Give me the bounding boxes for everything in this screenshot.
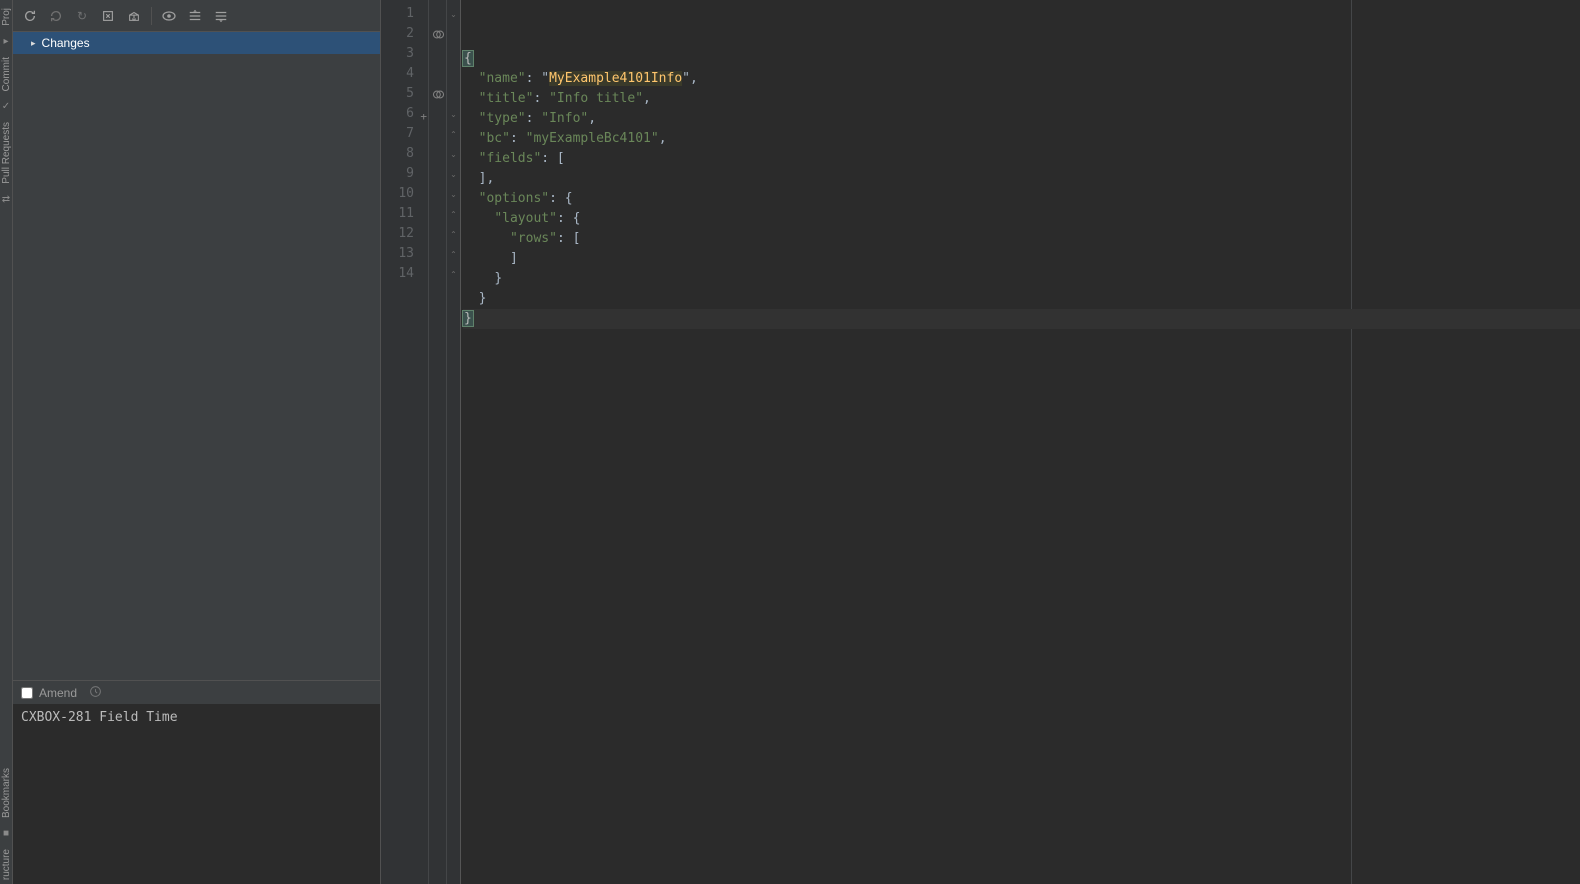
commit-message-input[interactable]: [13, 704, 380, 884]
code-line[interactable]: }: [463, 309, 1580, 329]
line-number[interactable]: 3: [381, 44, 428, 64]
line-number[interactable]: 14: [381, 264, 428, 284]
line-number[interactable]: 8: [381, 144, 428, 164]
commit-icon: ✓: [1, 101, 12, 112]
bookmark-icon: ■: [1, 828, 12, 839]
annotation-gutter: [429, 0, 447, 884]
show-diff-icon[interactable]: [158, 5, 180, 27]
fold-toggle[interactable]: ⌃: [447, 204, 460, 224]
tool-window-rail: Proj ▸ Commit ✓ Pull Requests ⇄ Bookmark…: [0, 0, 13, 884]
fold-toggle[interactable]: ⌄: [447, 184, 460, 204]
fold-toggle[interactable]: [447, 44, 460, 64]
pull-request-icon: ⇄: [1, 194, 12, 205]
changes-tree[interactable]: ▸ Changes: [13, 32, 380, 680]
redo-icon[interactable]: ↻: [71, 5, 93, 27]
code-line[interactable]: "name": "MyExample4101Info",: [463, 69, 1580, 89]
toolbar-separator: [151, 7, 152, 25]
changes-toolbar: ↻: [13, 0, 380, 32]
line-number[interactable]: 11: [381, 204, 428, 224]
inlay-hint-icon[interactable]: [431, 87, 445, 101]
code-line[interactable]: ]: [463, 249, 1580, 269]
amend-row: Amend: [13, 680, 380, 704]
code-line[interactable]: }: [463, 289, 1580, 309]
fold-toggle[interactable]: [447, 24, 460, 44]
code-line[interactable]: "options": {: [463, 189, 1580, 209]
line-number[interactable]: 6+: [381, 104, 428, 124]
rail-item-pull-requests[interactable]: Pull Requests: [1, 118, 12, 188]
fold-toggle[interactable]: ⌄: [447, 164, 460, 184]
line-number[interactable]: 10: [381, 184, 428, 204]
amend-label: Amend: [39, 686, 77, 700]
code-line[interactable]: "bc": "myExampleBc4101",: [463, 129, 1580, 149]
line-number[interactable]: 1: [381, 4, 428, 24]
folder-icon: ▸: [1, 36, 12, 47]
fold-toggle[interactable]: ⌃: [447, 224, 460, 244]
line-number[interactable]: 2: [381, 24, 428, 44]
line-number[interactable]: 13: [381, 244, 428, 264]
line-number[interactable]: 5: [381, 84, 428, 104]
line-number-gutter[interactable]: 123456+7891011121314: [381, 0, 429, 884]
fold-toggle[interactable]: [447, 64, 460, 84]
code-line[interactable]: {: [463, 49, 1580, 69]
expand-all-icon[interactable]: [184, 5, 206, 27]
app-root: Proj ▸ Commit ✓ Pull Requests ⇄ Bookmark…: [0, 0, 1580, 884]
changes-root-node[interactable]: ▸ Changes: [13, 32, 380, 54]
fold-toggle[interactable]: [447, 84, 460, 104]
line-number[interactable]: 4: [381, 64, 428, 84]
code-line[interactable]: }: [463, 269, 1580, 289]
amend-checkbox[interactable]: [21, 687, 33, 699]
rail-item-commit[interactable]: Commit: [1, 53, 12, 95]
line-number[interactable]: 7: [381, 124, 428, 144]
inlay-hint-icon[interactable]: [431, 27, 445, 41]
code-line[interactable]: ],: [463, 169, 1580, 189]
fold-gutter[interactable]: ⌄⌄⌃⌄⌄⌄⌃⌃⌃⌃: [447, 0, 461, 884]
chevron-right-icon: ▸: [31, 38, 36, 49]
fold-toggle[interactable]: ⌃: [447, 264, 460, 284]
fold-toggle[interactable]: ⌄: [447, 144, 460, 164]
code-line[interactable]: "type": "Info",: [463, 109, 1580, 129]
code-line[interactable]: "rows": [: [463, 229, 1580, 249]
rail-item-bookmarks[interactable]: Bookmarks: [1, 764, 12, 822]
fold-toggle[interactable]: ⌄: [447, 104, 460, 124]
code-editor[interactable]: { "name": "MyExample4101Info", "title": …: [461, 0, 1580, 884]
line-number[interactable]: 9: [381, 164, 428, 184]
shelve-icon[interactable]: [123, 5, 145, 27]
editor-area: 123456+7891011121314 ⌄⌄⌃⌄⌄⌄⌃⌃⌃⌃ { "name"…: [381, 0, 1580, 884]
rail-item-project[interactable]: Proj: [1, 4, 12, 30]
rail-item-structure[interactable]: ructure: [1, 845, 12, 884]
commit-tool-window: ↻ ▸ Changes A: [13, 0, 381, 884]
code-line[interactable]: "title": "Info title",: [463, 89, 1580, 109]
code-line[interactable]: "layout": {: [463, 209, 1580, 229]
refresh-icon[interactable]: [19, 5, 41, 27]
rollback-icon[interactable]: [97, 5, 119, 27]
editor-body: 123456+7891011121314 ⌄⌄⌃⌄⌄⌄⌃⌃⌃⌃ { "name"…: [381, 0, 1580, 884]
fold-toggle[interactable]: ⌃: [447, 244, 460, 264]
code-line[interactable]: "fields": [: [463, 149, 1580, 169]
collapse-all-icon[interactable]: [210, 5, 232, 27]
fold-toggle[interactable]: ⌄: [447, 4, 460, 24]
history-icon[interactable]: [89, 685, 102, 701]
undo-icon[interactable]: [45, 5, 67, 27]
changes-root-label: Changes: [42, 36, 90, 50]
line-number[interactable]: 12: [381, 224, 428, 244]
fold-toggle[interactable]: ⌃: [447, 124, 460, 144]
